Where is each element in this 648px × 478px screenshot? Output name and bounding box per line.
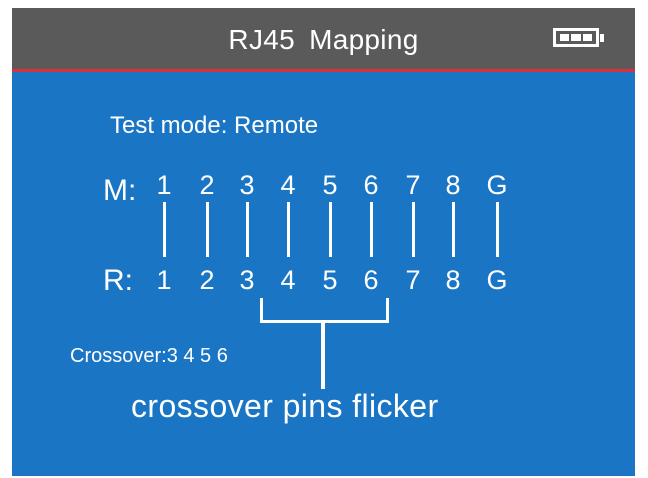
remote-pin: 8 xyxy=(445,265,461,295)
remote-pin: G xyxy=(486,265,508,295)
battery-cell xyxy=(582,34,592,41)
crossover-annotation: crossover pins flicker xyxy=(131,388,439,424)
battery-icon xyxy=(553,28,604,47)
main-pin: 4 xyxy=(280,170,296,200)
battery-cell xyxy=(571,34,581,41)
test-mode-label: Test mode: Remote xyxy=(110,112,319,139)
screen-title: RJ45 Mapping xyxy=(228,24,419,55)
wire-link-line xyxy=(163,202,166,257)
main-pin: 8 xyxy=(445,170,461,200)
crossover-pointer-line xyxy=(321,321,325,389)
remote-row-label: R: xyxy=(103,264,133,297)
remote-pin: 2 xyxy=(199,265,215,295)
main-pin: 2 xyxy=(199,170,215,200)
battery-cap xyxy=(600,34,604,42)
lcd-screen: RJ45 Mapping Test mode: Remote M: R: 123… xyxy=(12,8,635,476)
crossover-bracket xyxy=(260,298,389,323)
remote-pin: 3 xyxy=(239,265,255,295)
remote-pin: 1 xyxy=(156,265,172,295)
wire-link-line xyxy=(206,202,209,257)
main-pin: G xyxy=(486,170,508,200)
device-frame: RJ45 Mapping Test mode: Remote M: R: 123… xyxy=(0,0,648,478)
wire-link-line xyxy=(370,202,373,257)
wire-link-line xyxy=(287,202,290,257)
wire-link-line xyxy=(452,202,455,257)
battery-cells xyxy=(560,34,592,41)
wire-link-line xyxy=(496,202,499,257)
wire-link-line xyxy=(329,202,332,257)
main-pin: 6 xyxy=(363,170,379,200)
wire-link-line xyxy=(412,202,415,257)
main-pin: 7 xyxy=(405,170,421,200)
remote-pin: 5 xyxy=(322,265,338,295)
main-pin: 5 xyxy=(322,170,338,200)
title-bar: RJ45 Mapping xyxy=(12,8,635,72)
main-pin: 1 xyxy=(156,170,172,200)
crossover-result: Crossover:3 4 5 6 xyxy=(70,345,228,367)
remote-pin: 7 xyxy=(405,265,421,295)
remote-pin: 6 xyxy=(363,265,379,295)
main-row-label: M: xyxy=(103,174,137,207)
remote-pin: 4 xyxy=(280,265,296,295)
main-pin: 3 xyxy=(239,170,255,200)
wire-link-line xyxy=(246,202,249,257)
battery-cell xyxy=(560,34,570,41)
